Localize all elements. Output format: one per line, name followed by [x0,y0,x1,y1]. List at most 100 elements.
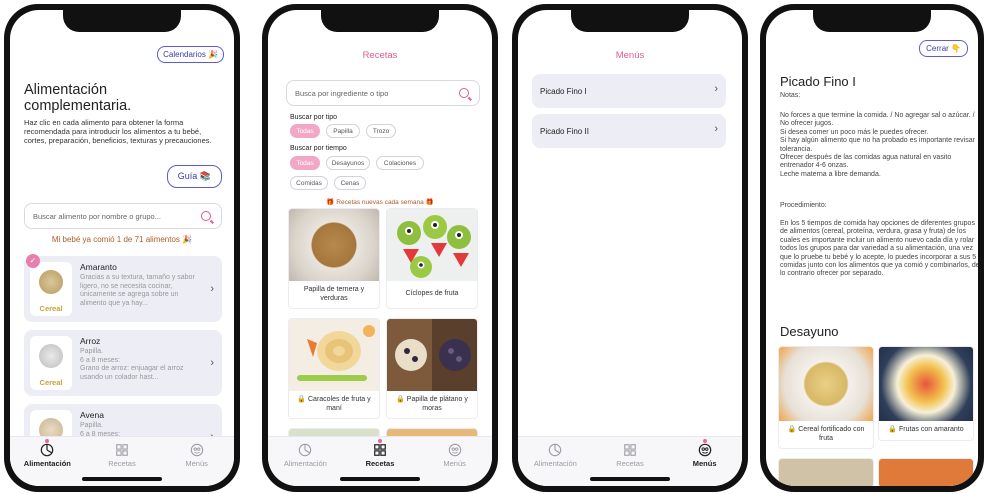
tab-label: Alimentación [283,459,327,468]
recipe-card-locked[interactable]: 🔒 Cereal fortificado con fruta [778,346,874,449]
tab-alimentacion[interactable]: Alimentación [17,439,77,468]
active-dot [377,439,382,443]
tab-label: Recetas [365,459,395,468]
chevron-right-icon: › [210,357,214,369]
phone-notch [321,10,439,32]
chip-tiempo-todas[interactable]: Todas [290,156,320,170]
recipe-photo [879,459,973,486]
grid-icon [374,444,386,456]
food-name: Arroz [80,336,101,346]
page-title: Picado Fino I [780,74,856,89]
food-image: Cereal [30,262,72,316]
notas-text: No forces a que termine la comida. / No … [780,112,975,178]
chip-tiempo-comidas[interactable]: Comidas [290,176,328,190]
pie-chart-icon [299,443,312,457]
tab-recetas[interactable]: Recetas [600,443,660,468]
recipe-card-locked[interactable]: 🔒 Frutas con amaranto [878,346,974,441]
recipe-photo [289,209,379,281]
recipe-card[interactable]: Papilla de ternera y verduras [288,208,380,309]
tab-alimentacion[interactable]: Alimentación [525,443,585,468]
cerrar-button[interactable]: Cerrar 👇 [919,40,968,57]
search-icon [459,88,469,98]
phone-alimentacion: Calendarios 🎉 Alimentación complementari… [4,4,240,492]
chip-tipo-todas[interactable]: Todas [290,124,320,138]
search-placeholder: Busca por ingrediente o tipo [295,88,389,98]
tab-label: Recetas [108,459,136,468]
chevron-right-icon: › [714,123,718,135]
bowl-icon [448,443,461,457]
tab-recetas[interactable]: Recetas [350,439,410,468]
food-image: Cereal [30,336,72,390]
tab-label: Alimentación [23,459,71,468]
chevron-right-icon: › [210,283,214,295]
food-card-arroz[interactable]: Cereal Arroz Papilla. 6 a 8 meses: Grano… [24,330,222,396]
tab-label: Menús [692,459,717,468]
recipe-photo [779,459,873,486]
filter-label-tipo: Buscar por tipo [290,114,338,121]
tab-menus[interactable]: Menús [425,443,485,468]
grid-icon [624,444,636,456]
recipe-card-partial[interactable] [878,458,974,486]
arroz-photo [39,344,63,368]
procedimiento-label: Procedimiento: [780,202,827,209]
food-name: Amaranto [80,262,117,272]
menu-row-label: Picado Fino I [540,86,587,96]
screen-alimentacion: Calendarios 🎉 Alimentación complementari… [10,10,234,486]
bowl-icon [698,443,711,457]
tab-menus[interactable]: Menús [675,439,735,468]
tab-alimentacion[interactable]: Alimentación [275,443,335,468]
recipe-photo [387,319,477,391]
recipe-title: 🔒 Cereal fortificado con fruta [787,426,865,442]
chip-tipo-trozo[interactable]: Trozo [366,124,396,138]
recipe-card-partial[interactable] [778,458,874,486]
recipe-card-locked[interactable]: 🔒 Caracoles de fruta y maní [288,318,380,419]
phone-notch [571,10,689,32]
grid-icon [116,444,128,456]
screen-recetas: Recetas Busca por ingrediente o tipo Bus… [268,10,492,486]
screen-menus: Menús Picado Fino I › Picado Fino II › A… [518,10,742,486]
tab-label: Recetas [616,459,644,468]
recipe-title: 🔒 Papilla de plátano y moras [396,396,468,412]
pie-chart-icon [549,443,562,457]
tab-label: Alimentación [533,459,577,468]
recipe-title: 🔒 Frutas con amaranto [888,426,964,433]
search-input[interactable]: Buscar alimento por nombre o grupo... [24,203,222,229]
tab-label: Menús [443,459,466,468]
weekly-recipes-banner: 🎁 Recetas nuevas cada semana 🎁 [326,199,434,206]
guia-button[interactable]: Guía 📚 [166,165,222,188]
page-title: Menús [615,50,645,61]
recipe-card-locked[interactable]: 🔒 Papilla de plátano y moras [386,318,478,419]
food-card-amaranto[interactable]: Cereal ✓ Amaranto Gracias a su textura, … [24,254,222,322]
phone-notch [813,10,931,32]
recipe-search-input[interactable]: Busca por ingrediente o tipo [286,80,480,106]
recipe-card[interactable]: Cíclopes de fruta [386,208,478,309]
tab-menus[interactable]: Menús [167,443,227,468]
filter-label-tiempo: Buscar por tiempo [290,145,347,152]
chevron-right-icon: › [714,83,718,95]
recipe-photo [779,347,873,421]
recipe-photo [289,319,379,391]
home-indicator [82,477,162,481]
food-description: Papilla. 6 a 8 meses: Grano de arroz: en… [80,348,184,381]
chip-tiempo-colaciones[interactable]: Colaciones [376,156,424,170]
phone-recetas: Recetas Busca por ingrediente o tipo Bus… [262,4,498,492]
chip-tiempo-cenas[interactable]: Cenas [334,176,366,190]
pie-chart-icon [41,443,54,457]
home-indicator [590,477,670,481]
menu-row-label: Picado Fino II [540,126,589,136]
recipe-photo [879,347,973,421]
chip-tipo-papilla[interactable]: Papilla [326,124,360,138]
calendarios-button[interactable]: Calendarios 🎉 [157,46,224,63]
chip-tiempo-desayunos[interactable]: Desayunos [326,156,370,170]
foods-eaten-counter: Mi bebé ya comió 1 de 71 alimentos 🎉 [51,235,193,244]
eaten-check-icon: ✓ [26,254,40,268]
procedimiento-text: En los 5 tiempos de comida hay opciones … [780,220,978,278]
menu-row-picado-fino-2[interactable]: Picado Fino II › [532,114,726,148]
food-category: Cereal [39,304,63,313]
phone-menu-detail: Cerrar 👇 Picado Fino I Notas: No forces … [760,4,984,492]
amaranto-photo [39,270,63,294]
tab-recetas[interactable]: Recetas [92,443,152,468]
recipe-title: Papilla de ternera y verduras [303,286,365,302]
menu-row-picado-fino-1[interactable]: Picado Fino I › [532,74,726,108]
phone-menus: Menús Picado Fino I › Picado Fino II › A… [512,4,748,492]
